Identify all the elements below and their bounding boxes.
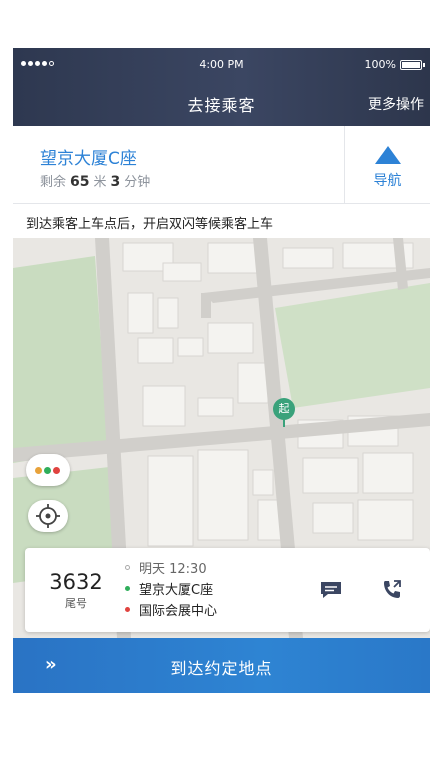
tail-number: 3632: [49, 570, 103, 594]
locate-button[interactable]: [28, 500, 68, 532]
navigate-label: 导航: [373, 173, 402, 189]
duration-value: 3: [110, 174, 121, 190]
pin-stem: [283, 419, 285, 427]
duration-unit: 分钟: [124, 175, 151, 190]
tail-label: 尾号: [65, 597, 87, 610]
dropoff-row: 国际会展中心: [123, 600, 217, 621]
trip-time-row: 明天 12:30: [123, 558, 217, 579]
destination-bar: 望京大厦C座 剩余 65 米 3 分钟 导航: [13, 126, 430, 204]
distance-value: 65: [70, 174, 90, 190]
status-bar: 4:00 PM 100%: [13, 57, 430, 73]
time-dot-icon: [125, 565, 130, 570]
top-nav-bar: 4:00 PM 100% 去接乘客 更多操作: [13, 48, 430, 126]
phone-icon: [384, 580, 401, 598]
arrive-button[interactable]: » 到达约定地点: [13, 638, 430, 693]
remaining-info: 剩余 65 米 3 分钟: [40, 171, 150, 190]
more-actions-button[interactable]: 更多操作: [368, 94, 424, 114]
pickup-pin-icon[interactable]: 起: [273, 398, 295, 420]
battery-icon: [400, 60, 425, 70]
battery-percent: 100%: [364, 58, 396, 71]
trip-info: 明天 12:30 望京大厦C座 国际会展中心: [123, 558, 217, 621]
call-button[interactable]: [380, 578, 404, 602]
message-icon: [321, 582, 341, 598]
pickup-row: 望京大厦C座: [123, 579, 217, 600]
navigation-arrow-icon: [375, 146, 401, 164]
locate-icon: [36, 504, 60, 528]
pickup-location: 望京大厦C座: [139, 583, 214, 598]
app-screen: 4:00 PM 100% 去接乘客 更多操作 望京大厦C座 剩余 65 米 3 分钟 导…: [13, 48, 430, 693]
remain-prefix: 剩余: [40, 175, 67, 190]
traffic-toggle-button[interactable]: [26, 454, 70, 486]
trip-time: 明天 12:30: [139, 562, 207, 577]
dropoff-location: 国际会展中心: [139, 604, 218, 619]
destination-name: 望京大厦C座: [40, 149, 137, 169]
distance-unit: 米: [93, 175, 107, 190]
order-card: 3632 尾号 明天 12:30 望京大厦C座 国际会展中心: [25, 548, 430, 632]
message-button[interactable]: [319, 580, 343, 600]
pickup-dot-icon: [125, 586, 130, 591]
pickup-notice: 到达乘客上车点后，开启双闪等候乘客上车: [13, 205, 430, 238]
navigate-button[interactable]: 导航: [344, 126, 430, 204]
dropoff-dot-icon: [125, 607, 130, 612]
arrive-label: 到达约定地点: [170, 659, 273, 678]
tail-number-block: 3632 尾号: [40, 570, 112, 611]
